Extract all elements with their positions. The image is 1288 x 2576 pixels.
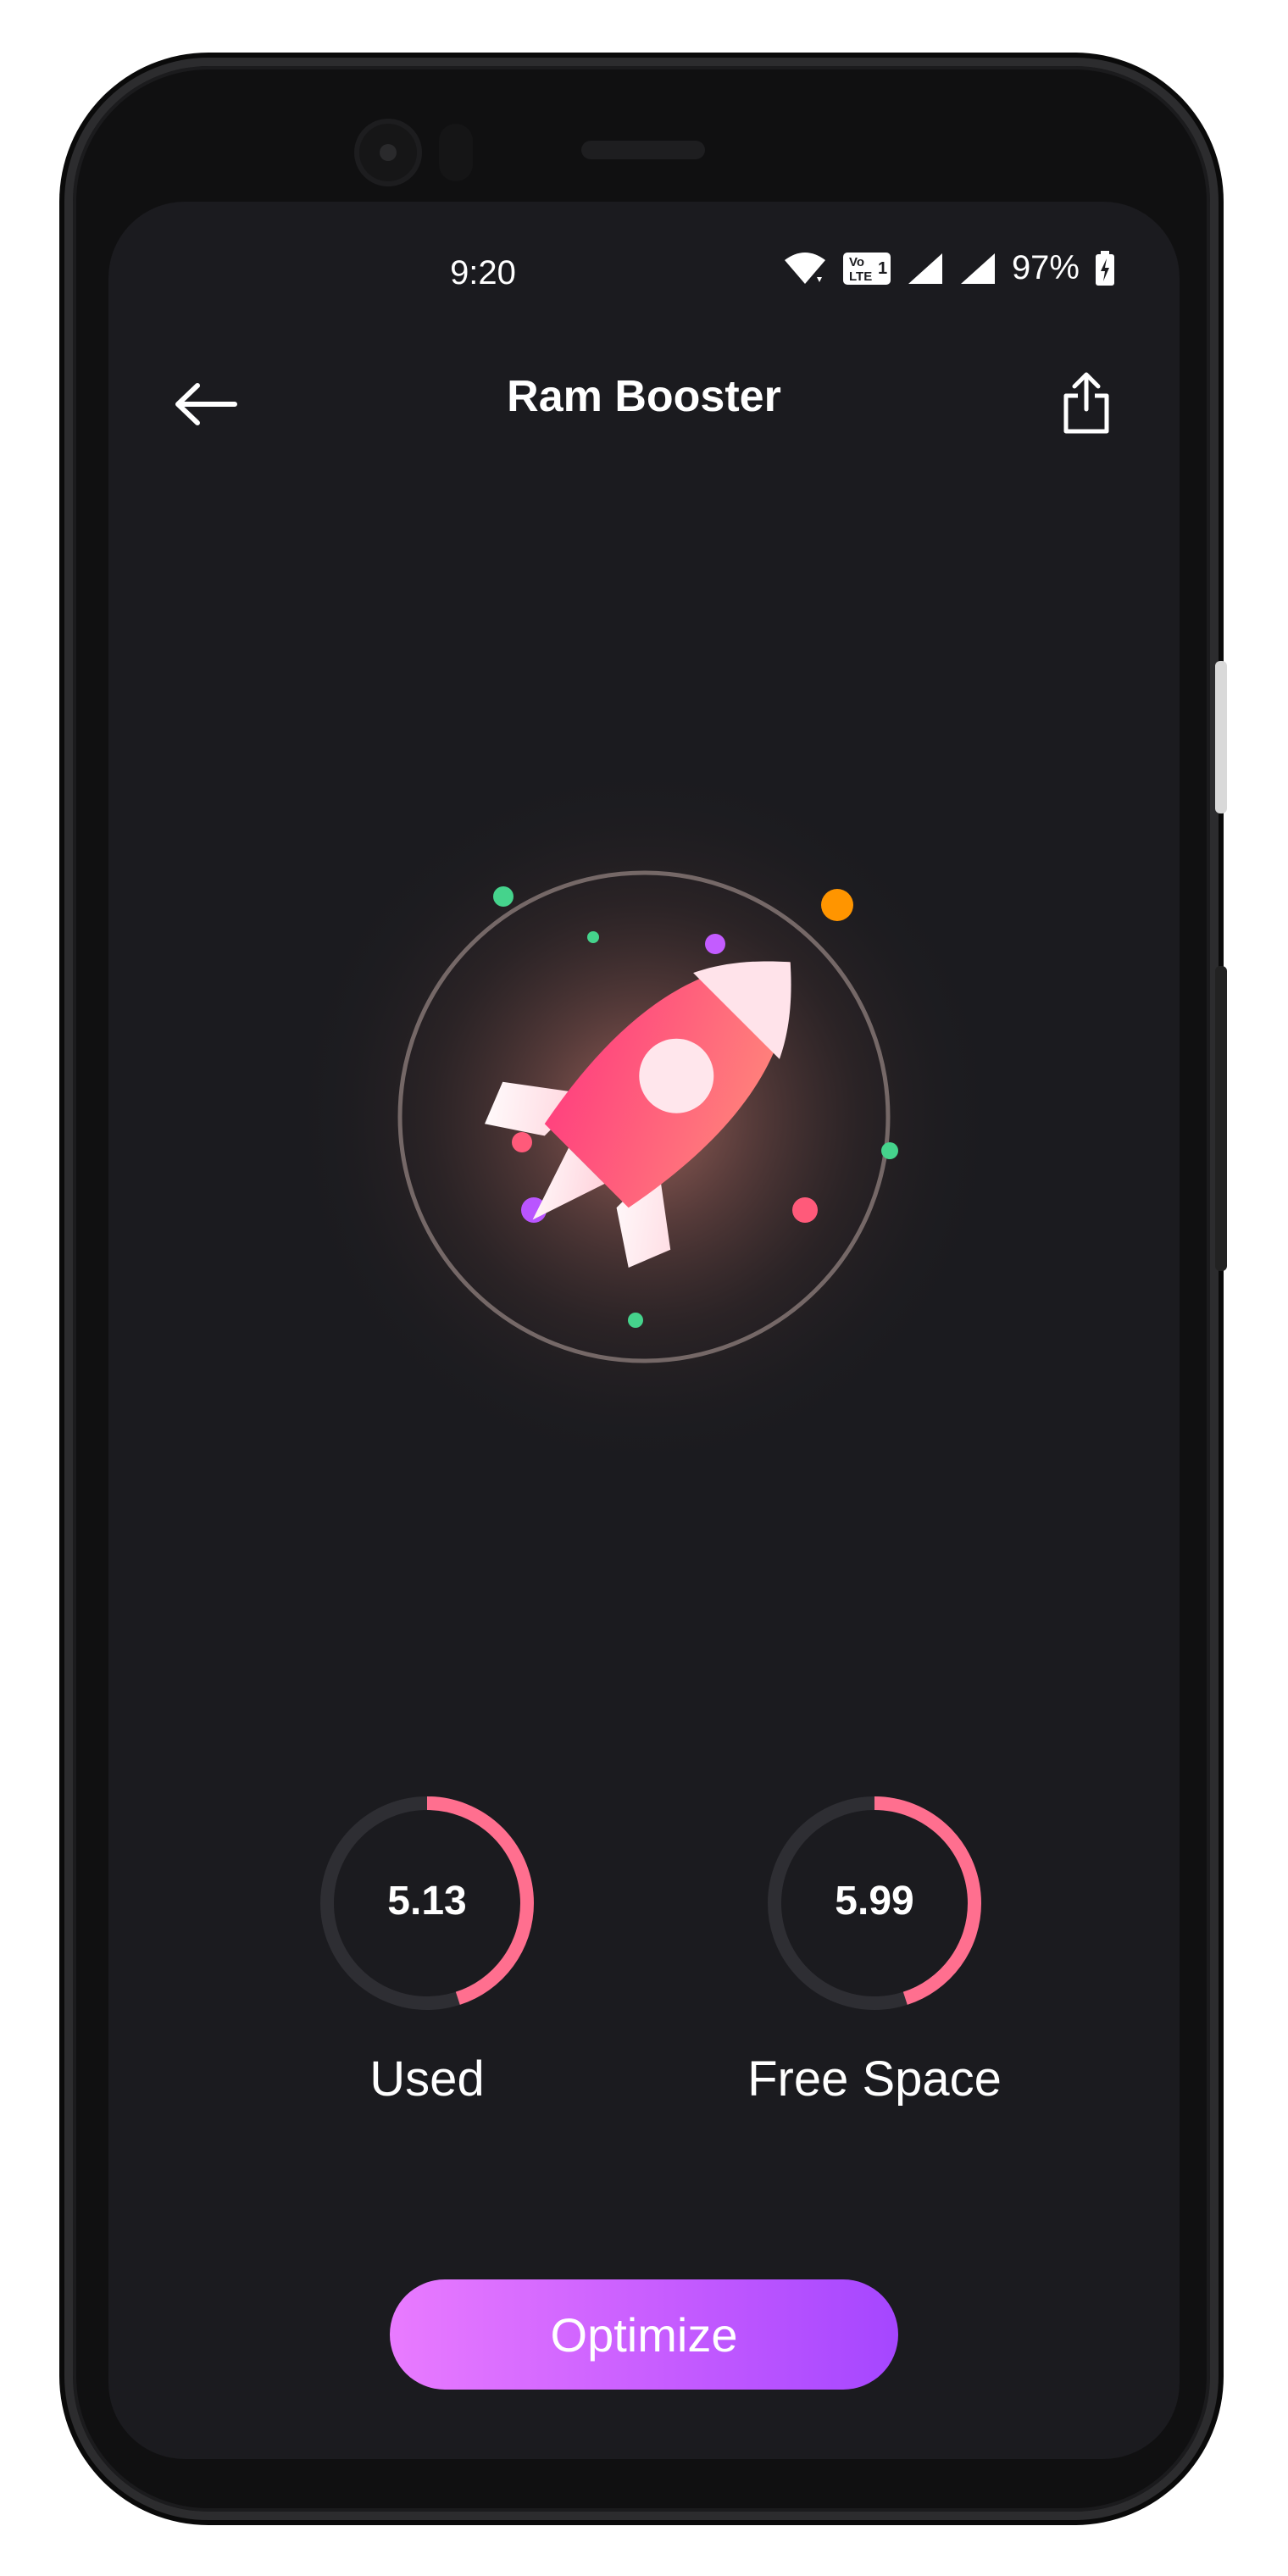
rocket-illustration: [288, 761, 1000, 1473]
free-space-progress-ring: 5.99: [764, 1793, 985, 2013]
front-camera: [354, 119, 422, 186]
share-icon: [1061, 370, 1112, 439]
used-label: Used: [369, 2051, 485, 2107]
signal-icon: [907, 252, 944, 286]
used-value: 5.13: [387, 1879, 467, 1924]
app-screen: 9:20 Vo LTE 1 97% Ram Booster 5.13 Used …: [108, 202, 1180, 2459]
svg-text:1: 1: [878, 259, 887, 278]
wifi-icon: [783, 252, 827, 286]
battery-percent: 97%: [1011, 249, 1080, 286]
free-space-stat: 5.99 Free Space: [697, 1793, 1052, 2107]
used-stat: 5.13 Used: [249, 1793, 605, 2107]
power-button: [1215, 966, 1227, 1271]
used-progress-ring: 5.13: [317, 1793, 537, 2013]
optimize-button[interactable]: Optimize: [390, 2279, 898, 2390]
volume-button: [1215, 661, 1227, 813]
volte-icon: Vo LTE 1: [842, 252, 891, 286]
signal-icon: [959, 252, 997, 286]
status-icons: Vo LTE 1 97%: [783, 249, 1115, 287]
proximity-sensor: [439, 124, 473, 181]
svg-text:LTE: LTE: [849, 269, 872, 284]
page-title: Ram Booster: [507, 372, 781, 421]
svg-text:Vo: Vo: [849, 255, 864, 269]
free-space-label: Free Space: [747, 2051, 1002, 2107]
battery-icon: [1095, 250, 1115, 286]
earpiece-speaker: [581, 141, 705, 159]
status-time: 9:20: [450, 254, 516, 291]
share-button[interactable]: [1044, 358, 1129, 451]
free-space-value: 5.99: [835, 1879, 914, 1924]
